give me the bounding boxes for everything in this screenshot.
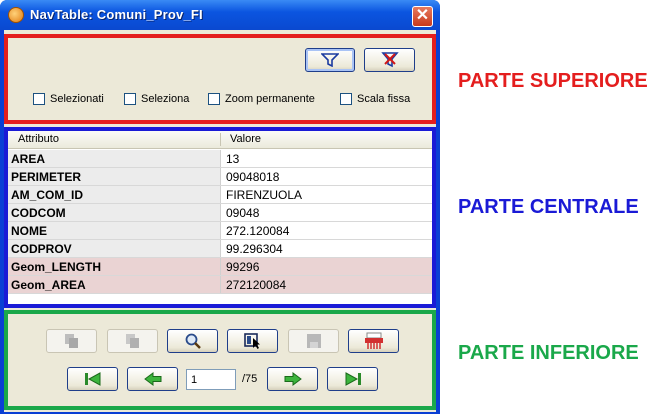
attribute-cell: AREA — [8, 150, 221, 167]
table-row[interactable]: Geom_AREA 272120084 — [8, 276, 432, 294]
header-value[interactable]: Valore — [230, 133, 261, 145]
table-row[interactable]: CODPROV 99.296304 — [8, 240, 432, 258]
value-cell: 272120084 — [221, 276, 432, 293]
bottom-section — [4, 310, 436, 410]
checkbox-label: Selezionati — [50, 93, 104, 105]
record-number-input[interactable] — [186, 369, 236, 390]
table-row[interactable]: AM_COM_ID FIRENZUOLA — [8, 186, 432, 204]
table-row[interactable]: NOME 272.120084 — [8, 222, 432, 240]
annotation-top: PARTE SUPERIORE — [458, 70, 648, 92]
checkbox-label: Scala fissa — [357, 93, 411, 105]
table-row[interactable]: AREA 13 — [8, 150, 432, 168]
first-record-button[interactable] — [67, 367, 118, 391]
attribute-cell: NOME — [8, 222, 221, 239]
zoom-to-feature-button[interactable] — [167, 329, 218, 353]
next-arrow-icon — [284, 372, 302, 386]
first-arrow-icon — [84, 372, 100, 386]
filter-button[interactable] — [305, 48, 355, 72]
app-icon — [8, 7, 24, 23]
copy-icon — [64, 334, 78, 348]
value-cell[interactable]: 13 — [221, 150, 432, 167]
record-total: /75 — [242, 373, 258, 385]
table-row[interactable]: PERIMETER 09048018 — [8, 168, 432, 186]
value-cell[interactable]: 09048018 — [221, 168, 432, 185]
save-icon — [306, 334, 321, 348]
attribute-cell: PERIMETER — [8, 168, 221, 185]
paste-icon — [125, 334, 139, 348]
previous-arrow-icon — [143, 372, 161, 386]
checkbox-zoom-permanente[interactable]: Zoom permanente — [208, 93, 315, 105]
checkbox-box[interactable] — [33, 93, 45, 105]
table-header: Attributo Valore — [8, 131, 432, 149]
remove-filter-button[interactable] — [364, 48, 415, 72]
checkbox-seleziona[interactable]: Seleziona — [124, 93, 189, 105]
copy-feature-button[interactable] — [46, 329, 97, 353]
attribute-cell: AM_COM_ID — [8, 186, 221, 203]
filter-icon — [321, 53, 339, 67]
save-button[interactable] — [288, 329, 339, 353]
checkbox-label: Zoom permanente — [225, 93, 315, 105]
next-record-button[interactable] — [267, 367, 318, 391]
delete-feature-button[interactable] — [348, 329, 399, 353]
annotation-bottom: PARTE INFERIORE — [458, 342, 639, 364]
attribute-cell: CODCOM — [8, 204, 221, 221]
checkbox-box[interactable] — [208, 93, 220, 105]
attribute-cell: Geom_LENGTH — [8, 258, 221, 275]
checkbox-box[interactable] — [340, 93, 352, 105]
shredder-icon — [364, 332, 383, 349]
attribute-cell: Geom_AREA — [8, 276, 221, 293]
value-cell: 99296 — [221, 258, 432, 275]
value-cell[interactable]: 272.120084 — [221, 222, 432, 239]
attribute-cell: CODPROV — [8, 240, 221, 257]
checkbox-label: Seleziona — [141, 93, 190, 105]
paste-feature-button[interactable] — [107, 329, 158, 353]
value-cell[interactable]: 09048 — [221, 204, 432, 221]
previous-record-button[interactable] — [127, 367, 178, 391]
last-arrow-icon — [345, 372, 361, 386]
table-row[interactable]: Geom_LENGTH 99296 — [8, 258, 432, 276]
checkbox-selezionati[interactable]: Selezionati — [33, 93, 104, 105]
zoom-icon — [185, 333, 201, 349]
last-record-button[interactable] — [327, 367, 378, 391]
annotation-middle: PARTE CENTRALE — [458, 196, 639, 218]
checkbox-box[interactable] — [124, 93, 136, 105]
checkbox-scala-fissa[interactable]: Scala fissa — [340, 93, 410, 105]
table-row[interactable]: CODCOM 09048 — [8, 204, 432, 222]
attribute-table: AREA 13 PERIMETER 09048018 AM_COM_ID FIR… — [8, 150, 432, 294]
close-button[interactable]: ✕ — [412, 6, 433, 27]
window-title: NavTable: Comuni_Prov_FI — [30, 7, 203, 22]
select-cursor-icon — [243, 333, 260, 349]
value-cell[interactable]: 99.296304 — [221, 240, 432, 257]
select-feature-button[interactable] — [227, 329, 278, 353]
value-cell[interactable]: FIRENZUOLA — [221, 186, 432, 203]
remove-filter-icon — [380, 52, 399, 68]
title-bar[interactable]: NavTable: Comuni_Prov_FI ✕ — [0, 0, 440, 30]
header-attribute[interactable]: Attributo — [18, 133, 59, 145]
header-separator[interactable] — [220, 133, 221, 146]
